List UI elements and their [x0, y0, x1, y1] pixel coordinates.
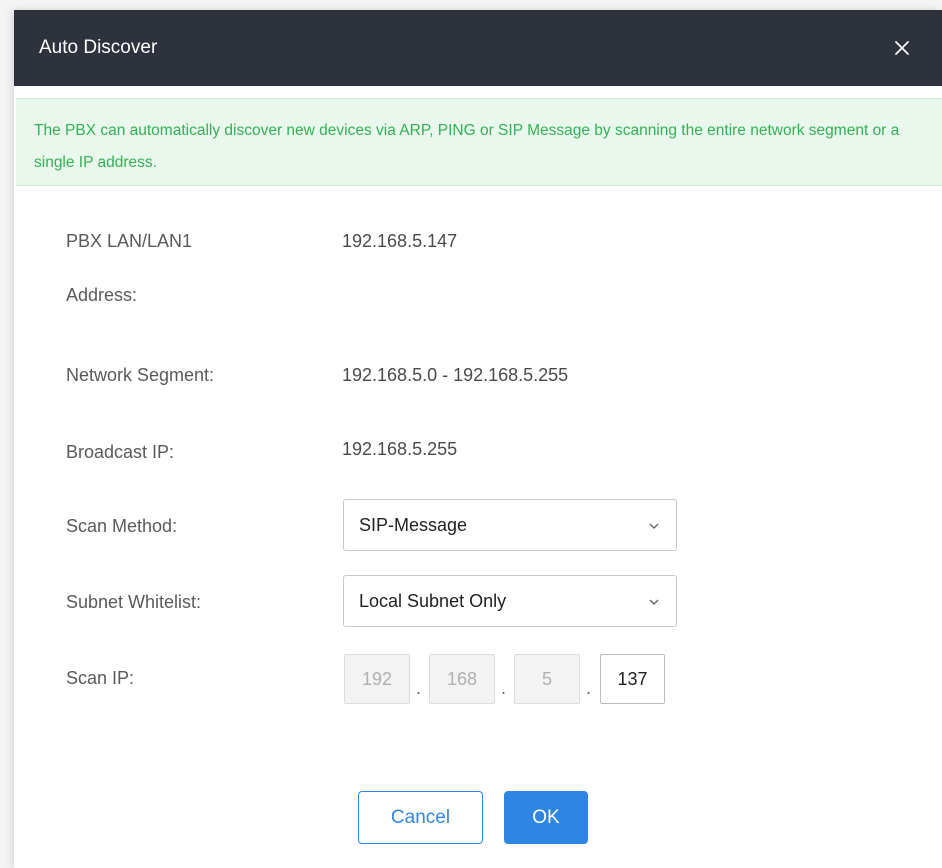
- scan-ip-octet-2: 168: [429, 654, 495, 704]
- scan-ip-separator: .: [416, 678, 422, 698]
- chevron-down-icon: [649, 599, 659, 605]
- broadcast-ip-value: 192.168.5.255: [342, 439, 458, 459]
- scan-method-select[interactable]: SIP-Message: [343, 499, 677, 551]
- dialog-title: Auto Discover: [39, 37, 158, 58]
- notice-text: The PBX can automatically discover new d…: [34, 122, 900, 171]
- lan-address-label-line2: Address:: [66, 285, 138, 305]
- network-segment-value: 192.168.5.0 - 192.168.5.255: [342, 365, 569, 385]
- network-segment-label: Network Segment:: [66, 365, 215, 385]
- info-notice: The PBX can automatically discover new d…: [16, 98, 942, 186]
- subnet-whitelist-label: Subnet Whitelist:: [66, 592, 202, 612]
- lan-address-label-line1: PBX LAN/LAN1: [66, 231, 193, 251]
- dialog-header: Auto Discover: [14, 10, 942, 86]
- auto-discover-dialog: Auto Discover The PBX can automatically …: [14, 10, 942, 868]
- scan-ip-separator: .: [501, 678, 507, 698]
- scan-ip-octet-4-input[interactable]: 137: [600, 654, 665, 704]
- scan-method-label: Scan Method:: [66, 516, 178, 536]
- broadcast-ip-label: Broadcast IP:: [66, 442, 175, 462]
- scan-method-value: SIP-Message: [359, 515, 468, 535]
- scan-ip-label: Scan IP:: [66, 668, 135, 688]
- close-button[interactable]: [882, 28, 922, 68]
- scan-ip-separator: .: [586, 678, 592, 698]
- subnet-whitelist-value: Local Subnet Only: [359, 591, 507, 611]
- cancel-button[interactable]: Cancel: [358, 791, 483, 844]
- ok-button[interactable]: OK: [504, 791, 588, 844]
- close-icon: [895, 41, 909, 55]
- scan-ip-octet-3: 5: [514, 654, 580, 704]
- scan-ip-octet-1: 192: [344, 654, 410, 704]
- lan-address-value: 192.168.5.147: [342, 231, 458, 251]
- subnet-whitelist-select[interactable]: Local Subnet Only: [343, 575, 677, 627]
- chevron-down-icon: [649, 523, 659, 529]
